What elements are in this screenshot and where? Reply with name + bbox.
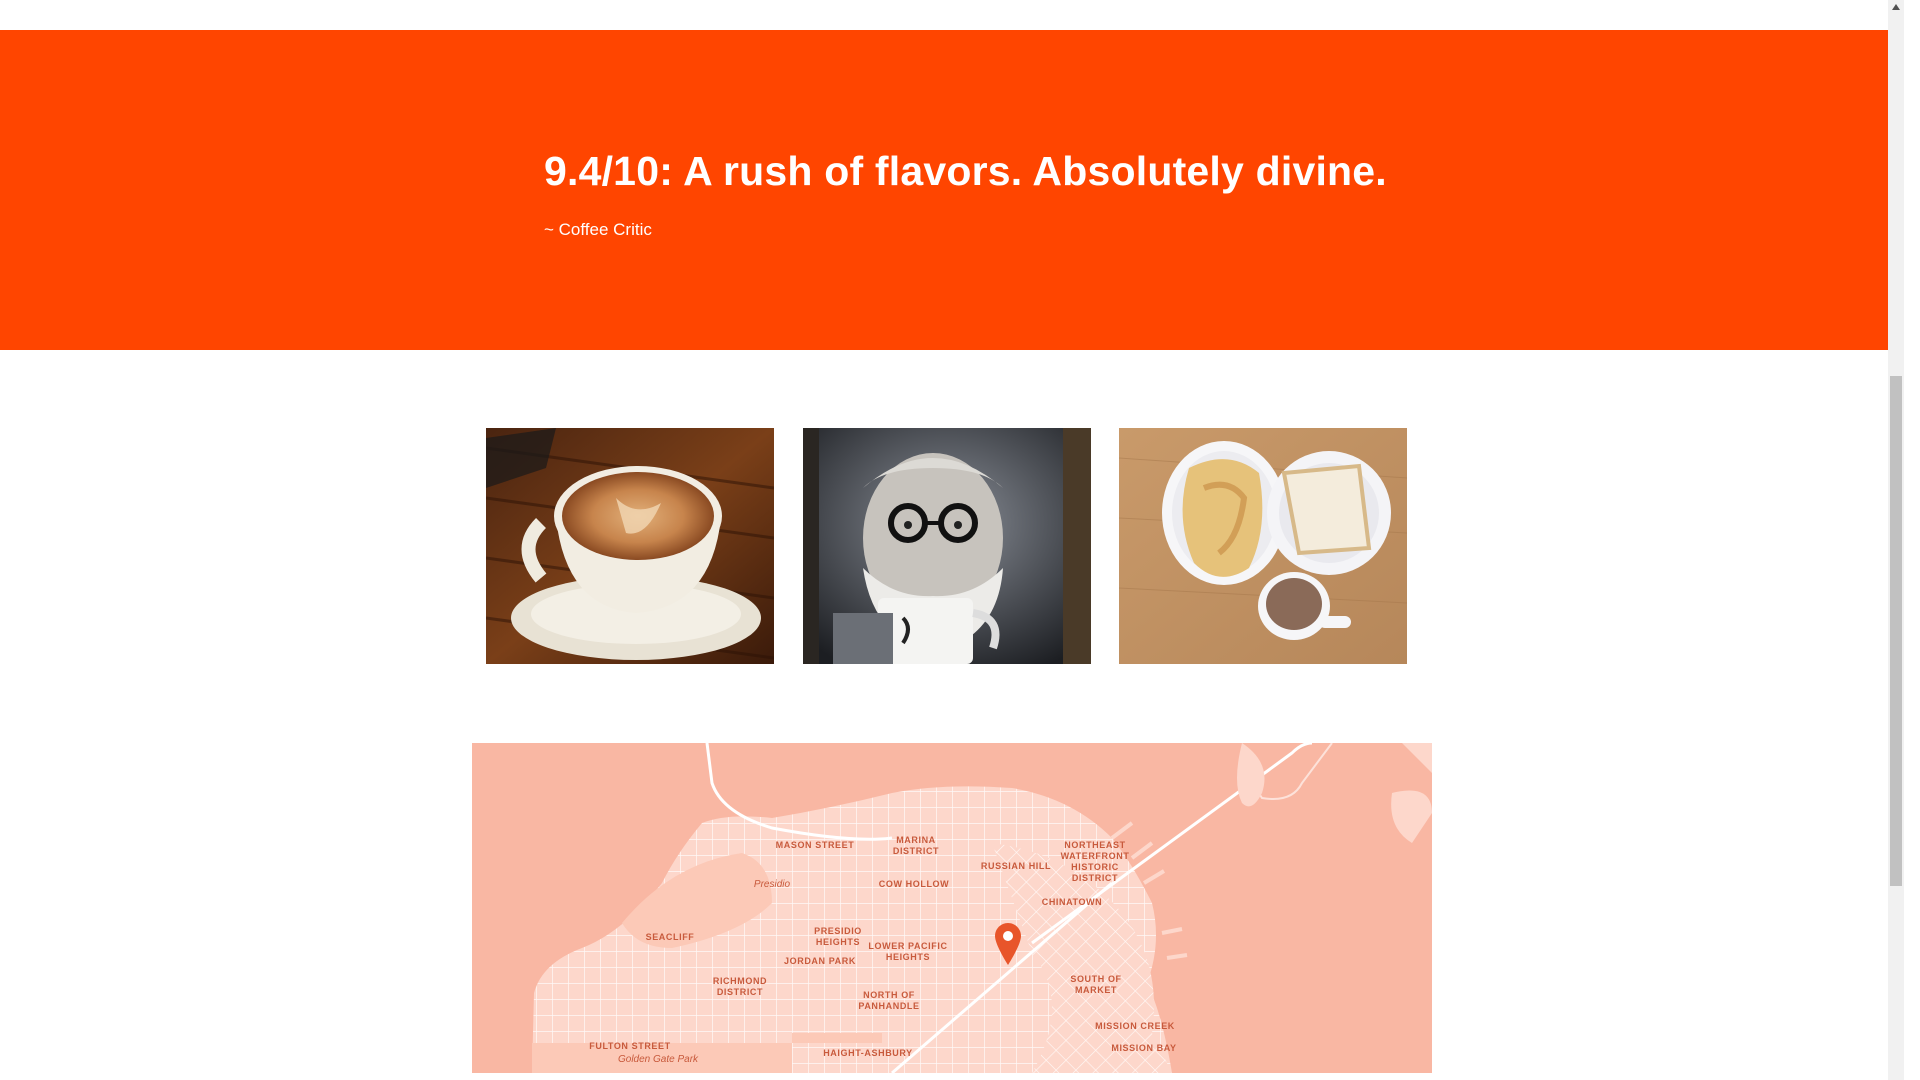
map-label-lower-pacific-heights: LOWER PACIFIC HEIGHTS <box>868 941 948 962</box>
map-graphic <box>532 743 1432 1073</box>
portrait-image <box>803 428 1091 664</box>
gallery-photo-cappuccino[interactable] <box>486 428 774 664</box>
map-label-presidio-heights: PRESIDIO HEIGHTS <box>814 926 862 947</box>
map-label-mission-bay: MISSION BAY <box>1111 1043 1177 1053</box>
map-label-marina: MARINA DISTRICT <box>892 835 940 856</box>
map-label-haight-ashbury: HAIGHT-ASHBURY <box>823 1048 913 1058</box>
page-scrollbar[interactable] <box>1888 0 1904 1080</box>
cappuccino-image <box>486 428 774 664</box>
map-label-south-market: SOUTH OF MARKET <box>1070 974 1122 995</box>
map-pin-icon[interactable] <box>995 923 1021 965</box>
map-label-north-panhandle: NORTH OF PANHANDLE <box>858 990 920 1011</box>
map-label-fulton: FULTON STREET <box>589 1041 671 1051</box>
map-label-jordan-park: JORDAN PARK <box>784 956 856 966</box>
map-label-chinatown: CHINATOWN <box>1041 897 1103 907</box>
scrollbar-thumb[interactable] <box>1890 376 1902 886</box>
map-label-richmond: RICHMOND DISTRICT <box>712 976 768 997</box>
map-label-russian-hill: RUSSIAN HILL <box>980 861 1052 871</box>
map-label-mason: MASON STREET <box>775 840 855 850</box>
map-label-seacliff: SEACLIFF <box>645 932 695 942</box>
breakfast-image <box>1119 428 1407 664</box>
scroll-up-arrow-icon[interactable] <box>1892 4 1900 10</box>
photo-gallery <box>486 428 1408 664</box>
map-label-golden-gate-park: Golden Gate Park <box>617 1054 699 1065</box>
map-label-northeast-waterfront: NORTHEAST WATERFRONT HISTORIC DISTRICT <box>1060 840 1130 883</box>
map-label-cow-hollow: COW HOLLOW <box>878 879 950 889</box>
map-label-presidio: Presidio <box>753 879 791 890</box>
review-quote-banner: 9.4/10: A rush of flavors. Absolutely di… <box>0 30 1904 350</box>
page: 9.4/10: A rush of flavors. Absolutely di… <box>0 0 1904 1080</box>
review-author: ~ Coffee Critic <box>544 220 652 239</box>
review-quote: 9.4/10: A rush of flavors. Absolutely di… <box>544 148 1387 194</box>
gallery-photo-portrait[interactable] <box>803 428 1091 664</box>
gallery-photo-breakfast[interactable] <box>1119 428 1407 664</box>
map-label-mission-creek: MISSION CREEK <box>1095 1021 1175 1031</box>
location-map[interactable]: MARINA DISTRICT MASON STREET Presidio CO… <box>472 743 1432 1073</box>
